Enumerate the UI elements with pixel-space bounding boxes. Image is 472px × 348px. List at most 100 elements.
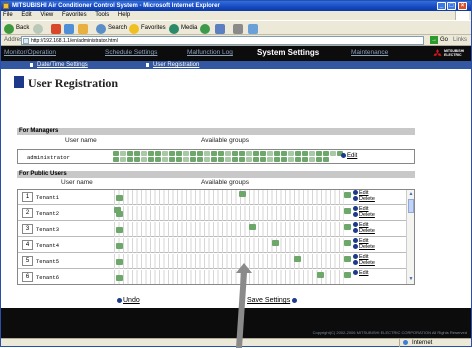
group-select-icon[interactable] [344,208,351,214]
delete-bullet-icon [353,244,358,250]
annotation-arrow-icon [236,263,252,348]
undo-link[interactable]: Undo [117,297,140,304]
edit-page-button[interactable] [248,23,260,34]
group-cells[interactable] [114,238,344,253]
menu-view[interactable]: View [40,12,53,18]
group-icon [204,151,210,156]
delete-link[interactable]: Delete [353,228,375,234]
group-icon [148,157,154,162]
nav-malfunction-log[interactable]: Malfunction Log [187,49,233,56]
go-arrow-icon: → [430,36,438,44]
table-row: 6 Tenant6 Edit [18,270,406,284]
menu-edit[interactable]: Edit [21,12,31,18]
group-icon [274,151,280,156]
manager-edit-link[interactable]: Edit [341,153,357,159]
stop-button[interactable] [51,23,63,34]
group-icon [302,157,308,162]
close-button[interactable]: × [458,2,467,10]
group-icon [120,151,126,156]
address-input[interactable]: http://192.168.1.1/en/administrator.html [21,36,424,45]
scroll-thumb[interactable] [408,199,414,213]
mail-button[interactable] [215,23,227,34]
group-cells[interactable] [114,222,344,237]
row-number: 5 [22,256,33,266]
row-number: 4 [22,240,33,250]
back-button[interactable]: Back [4,23,29,34]
group-icon [141,151,147,156]
edit-link[interactable]: Edit [353,270,368,276]
minimize-button[interactable]: _ [437,2,446,10]
group-cells[interactable] [114,190,344,205]
nav-maintenance[interactable]: Maintenance [351,49,388,56]
public-section-header: For Public Users [17,171,415,178]
delete-link[interactable]: Delete [353,260,375,266]
group-icon [190,157,196,162]
group-icon [183,151,189,156]
media-button[interactable]: Media [169,23,197,34]
user-name: Tenant1 [36,194,60,201]
scroll-up-icon[interactable]: ▲ [408,191,414,197]
group-icon [116,227,123,233]
nav-system-settings[interactable]: System Settings [257,48,319,57]
home-icon [78,23,88,34]
group-icon [134,157,140,162]
group-icon [232,157,238,162]
group-icon [288,157,294,162]
menu-favorites[interactable]: Favorites [62,12,87,18]
group-icon [169,157,175,162]
managers-col-groups: Available groups [201,137,249,144]
subnav-user-registration[interactable]: User Registration [153,61,199,69]
user-name: Tenant2 [36,210,60,217]
group-icon [260,157,266,162]
subnav-date-time-settings[interactable]: Date/Time Settings [37,61,88,69]
refresh-button[interactable] [64,23,76,34]
forward-button[interactable] [33,23,45,34]
edit-bullet-icon [341,153,346,158]
delete-bullet-icon [353,196,358,202]
nav-monitor-operation[interactable]: Monitor/Operation [4,49,56,56]
table-scrollbar[interactable]: ▲ ▼ [406,190,414,284]
print-button[interactable] [233,23,245,34]
manager-row: administrator Edit [17,149,415,164]
group-icon [281,151,287,156]
table-row: 1 Tenant1 Edit Delete [18,190,406,205]
search-icon [96,23,106,34]
favorites-button[interactable]: Favorites [129,23,166,34]
media-icon [169,23,179,34]
menu-help[interactable]: Help [118,12,130,18]
group-select-icon[interactable] [344,192,351,198]
group-select-icon[interactable] [344,240,351,246]
links-button[interactable]: Links [453,37,467,43]
group-cells[interactable] [114,206,344,221]
delete-link[interactable]: Delete [353,244,375,250]
history-button[interactable] [200,23,212,34]
home-button[interactable] [78,23,90,34]
nav-schedule-settings[interactable]: Schedule Settings [105,49,157,56]
group-select-icon[interactable] [344,256,351,262]
row-actions: Edit Delete [353,222,375,234]
menu-file[interactable]: File [3,12,13,18]
group-select-icon[interactable] [344,224,351,230]
group-icon [113,151,119,156]
maximize-button[interactable]: □ [447,2,456,10]
group-icon [246,157,252,162]
scroll-down-icon[interactable]: ▼ [408,276,414,282]
group-icon [246,151,252,156]
subnav-bullet-icon [30,63,33,67]
group-cells[interactable] [114,270,344,284]
group-icon [323,151,329,156]
delete-link[interactable]: Delete [353,196,375,202]
edit-bullet-icon [353,206,358,212]
group-select-icon[interactable] [344,272,351,278]
edit-page-icon [248,23,258,34]
delete-link[interactable]: Delete [353,212,375,218]
star-icon [129,23,139,34]
managers-section-header: For Managers [17,128,415,135]
ie-app-icon [3,3,9,9]
menu-tools[interactable]: Tools [95,12,109,18]
go-button[interactable]: → Go [430,36,448,45]
group-icon [271,240,279,246]
group-cells[interactable] [114,254,344,269]
search-button[interactable]: Search [96,23,127,34]
group-icon [114,207,121,213]
